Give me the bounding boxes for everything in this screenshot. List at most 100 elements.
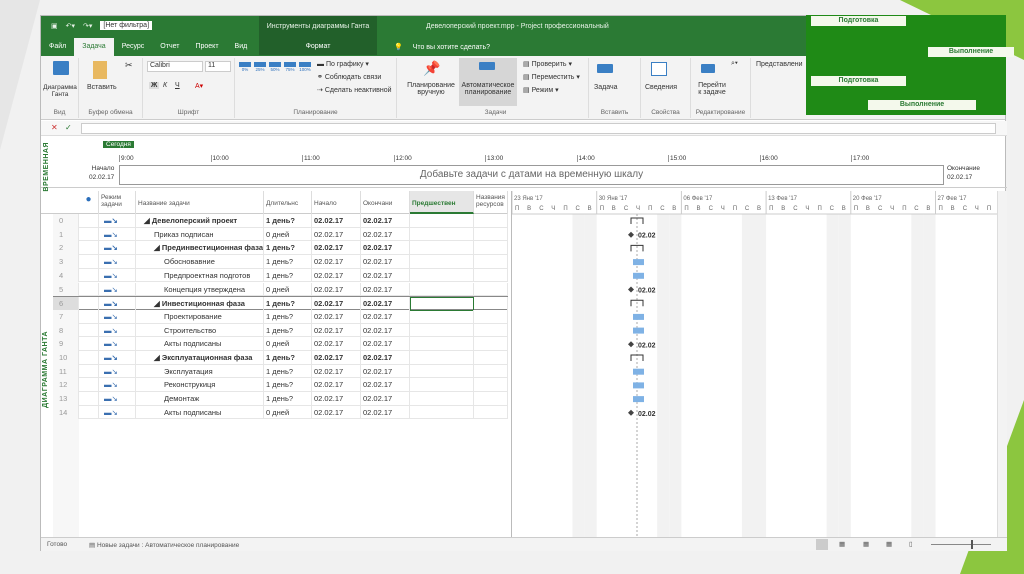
resources-cell[interactable] [474,309,508,324]
task-name-cell[interactable]: Демонтаж [136,392,264,406]
underline-button[interactable]: Ч [175,82,180,89]
duration-cell[interactable]: 1 день? [264,364,312,379]
task-name-cell[interactable]: Концепция утверждена [136,282,264,297]
row-id[interactable]: 1 [53,227,79,242]
row-id[interactable]: 12 [53,378,79,393]
start-cell[interactable]: 02.02.17 [312,214,361,228]
table-row[interactable]: 7 ▬↘ Проектирование 1 день? 02.02.17 02.02.17 [53,309,508,324]
finish-cell[interactable]: 02.02.17 [361,323,410,338]
duration-cell[interactable]: 0 дней [264,337,312,351]
task-name-cell[interactable]: Эксплуатация [136,364,264,379]
predecessors-cell[interactable] [410,323,474,338]
resources-cell[interactable] [474,337,508,351]
col-name[interactable]: Название задачи [136,191,264,214]
resources-cell[interactable] [474,227,508,242]
table-row[interactable]: 13 ▬↘ Демонтаж 1 день? 02.02.17 02.02.17 [53,392,508,406]
duration-cell[interactable]: 0 дней [264,282,312,297]
col-duration[interactable]: Длительнс [264,191,312,214]
percent-0-button[interactable]: 0% [239,62,251,72]
table-row[interactable]: 5 ▬↘ Концепция утверждена 0 дней 02.02.17 02.… [53,282,508,297]
row-id[interactable]: 10 [53,351,79,365]
task-name-cell[interactable]: Предпроектная подготов [136,268,264,283]
tab-report[interactable]: Отчет [152,38,187,56]
table-row[interactable]: 14 ▬↘ Акты подписаны 0 дней 02.02.17 02.02.17 [53,405,508,420]
row-id[interactable]: 8 [53,323,79,338]
resources-cell[interactable] [474,323,508,338]
filter-dropdown[interactable]: [Нет фильтра] [100,21,153,30]
finish-cell[interactable]: 02.02.17 [361,282,410,297]
finish-cell[interactable]: 02.02.17 [361,337,410,351]
start-cell[interactable]: 02.02.17 [312,337,361,351]
tab-format[interactable]: Формат [259,38,377,55]
font-color-icon[interactable]: A▾ [195,82,203,90]
start-cell[interactable]: 02.02.17 [312,297,361,311]
font-size-select[interactable]: 11 [205,61,231,72]
row-id[interactable]: 9 [53,337,79,351]
task-usage-shortcut-icon[interactable]: ▦ [839,540,845,548]
new-tasks-mode[interactable]: ▤ Новые задачи : Автоматическое планиров… [89,541,239,549]
duration-cell[interactable]: 1 день? [264,255,312,269]
start-cell[interactable]: 02.02.17 [312,351,361,365]
table-row[interactable]: 1 ▬↘ Приказ подписан 0 дней 02.02.17 02.02.17 [53,227,508,242]
task-name-cell[interactable]: Акты подписаны [136,405,264,420]
table-row[interactable]: 4 ▬↘ Предпроектная подготов 1 день? 02.02.17… [53,268,508,283]
tab-view[interactable]: Вид [227,38,256,56]
table-row[interactable]: 3 ▬↘ Обосновавние 1 день? 02.02.17 02.02.17 [53,255,508,269]
start-cell[interactable]: 02.02.17 [312,268,361,283]
zoom-slider[interactable] [931,544,991,545]
duration-cell[interactable]: 1 день? [264,392,312,406]
start-cell[interactable]: 02.02.17 [312,282,361,297]
table-row[interactable]: 0 ▬↘ ◢ Девелоперский проект 1 день? 02.02.17… [53,214,508,228]
paste-button[interactable]: Вставить [87,84,117,91]
auto-schedule-button[interactable]: Автоматическое планирование [459,58,517,106]
bold-button[interactable]: Ж [149,82,160,89]
row-id[interactable]: 0 [53,214,79,228]
resources-cell[interactable] [474,405,508,420]
percent-75-button[interactable]: 75% [284,62,296,72]
table-row[interactable]: 9 ▬↘ Акты подписаны 0 дней 02.02.17 02.02.17 [53,337,508,351]
predecessors-cell[interactable] [410,351,474,365]
gantt-chart-button[interactable]: Диаграмма Ганта [42,84,78,98]
resources-cell[interactable] [474,255,508,269]
find-icon[interactable]: ⌕▾ [731,60,738,68]
finish-cell[interactable]: 02.02.17 [361,351,410,365]
row-id[interactable]: 5 [53,282,79,297]
finish-cell[interactable]: 02.02.17 [361,227,410,242]
resources-cell[interactable] [474,282,508,297]
finish-cell[interactable]: 02.02.17 [361,392,410,406]
respect-links-button[interactable]: ⚭ Соблюдать связи [317,73,381,81]
predecessors-cell[interactable] [410,309,474,324]
duration-cell[interactable]: 1 день? [264,268,312,283]
finish-cell[interactable]: 02.02.17 [361,378,410,393]
tab-file[interactable]: Файл [41,38,74,56]
predecessors-cell[interactable] [410,282,474,297]
tab-task[interactable]: Задача [74,38,114,56]
table-row[interactable]: 12 ▬↘ Реконструкиця 1 день? 02.02.17 02.02.17 [53,378,508,393]
confirm-icon[interactable]: ✓ [65,123,72,132]
row-id[interactable]: 13 [53,392,79,406]
task-name-cell[interactable]: ◢ Девелоперский проект [136,214,264,228]
predecessors-cell[interactable] [410,405,474,420]
inspect-button[interactable]: ▤ Проверить ▾ [523,60,572,68]
start-cell[interactable]: 02.02.17 [312,364,361,379]
task-name-cell[interactable]: Акты подписаны [136,337,264,351]
finish-cell[interactable]: 02.02.17 [361,255,410,269]
task-name-cell[interactable]: Строительство [136,323,264,338]
on-track-button[interactable]: ▬ По графику ▾ [317,60,369,68]
row-id[interactable]: 4 [53,268,79,283]
insert-task-button[interactable]: Задача [594,84,618,91]
predecessors-cell[interactable] [410,241,474,256]
duration-cell[interactable]: 0 дней [264,405,312,420]
table-row[interactable]: 11 ▬↘ Эксплуатация 1 день? 02.02.17 02.02.17 [53,364,508,379]
start-cell[interactable]: 02.02.17 [312,392,361,406]
views-button[interactable]: Представлени [756,61,803,68]
finish-cell[interactable]: 02.02.17 [361,268,410,283]
start-cell[interactable]: 02.02.17 [312,241,361,256]
finish-cell[interactable]: 02.02.17 [361,297,410,311]
task-name-cell[interactable]: ◢ Инвестиционная фаза [136,297,264,311]
predecessors-cell[interactable] [410,255,474,269]
information-button[interactable]: Сведения [645,84,677,91]
duration-cell[interactable]: 1 день? [264,297,312,311]
finish-cell[interactable]: 02.02.17 [361,214,410,228]
finish-cell[interactable]: 02.02.17 [361,241,410,256]
